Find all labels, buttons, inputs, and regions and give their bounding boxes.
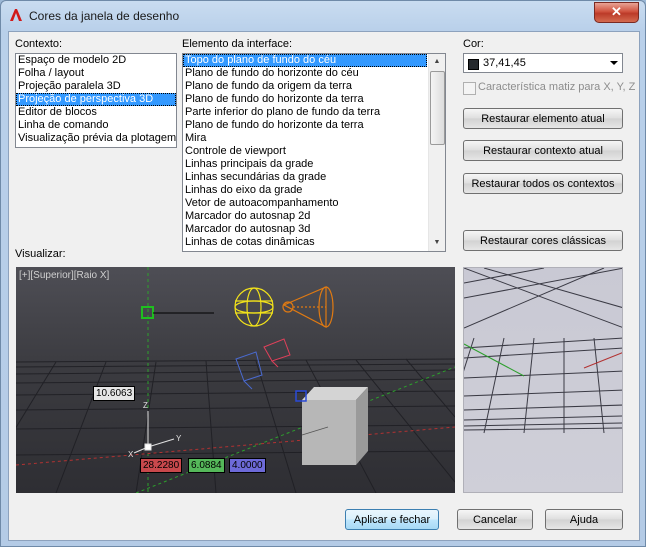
color-label: Cor: [463,38,484,50]
cancel-button[interactable]: Cancelar [457,509,533,530]
interface-element-label: Elemento da interface: [182,38,293,50]
dynamic-dimension-distance: 10.6063 [93,386,136,401]
title-bar[interactable]: Cores da janela de desenho ✕ [1,1,645,29]
dialog-window: Cores da janela de desenho ✕ Contexto: E… [0,0,646,547]
restore-all-button[interactable]: Restaurar todos os contextos [463,173,623,194]
tint-checkbox[interactable] [463,82,476,95]
dynamic-dimension-x: 28.2280 [140,458,183,473]
preview-viewport: Z Y X [+][Superior][Raio X] 10.6063 28.2… [16,267,455,493]
dynamic-dimension-z: 4.0000 [229,458,266,473]
axis-y-label: Y [176,434,182,443]
restore-element-button[interactable]: Restaurar elemento atual [463,108,623,129]
interface-element-list-item[interactable]: Topo do plano de fundo do céu [183,54,427,67]
autocad-logo-icon [10,9,22,21]
dialog-body: Contexto: Espaço de modelo 2D Folha / lay… [8,31,640,541]
interface-element-list-item[interactable]: Mira [183,132,427,145]
tint-checkbox-label: Característica matiz para X, Y, Z [478,81,636,93]
context-label: Contexto: [15,38,63,50]
interface-element-list-item[interactable]: Linhas do eixo da grade [183,184,427,197]
preview-label: Visualizar: [15,248,66,260]
scroll-up-arrow-icon[interactable]: ▲ [429,54,445,70]
context-list-item[interactable]: Editor de blocos [16,106,176,119]
context-list[interactable]: Espaço de modelo 2D Folha / layout Projeçã… [15,53,177,148]
axis-x-label: X [128,450,134,459]
context-list-item[interactable]: Projeção paralela 3D [16,80,176,93]
viewport-controls-label[interactable]: [+][Superior][Raio X] [19,270,109,281]
scroll-down-arrow-icon[interactable]: ▼ [429,235,445,251]
interface-element-list-item[interactable]: Plano de fundo do horizonte da terra [183,93,427,106]
close-button[interactable]: ✕ [594,2,639,23]
context-list-item[interactable]: Folha / layout [16,67,176,80]
preview-perspective-viewport [463,267,623,493]
interface-element-list-item[interactable]: Plano de fundo da origem da terra [183,80,427,93]
context-list-item[interactable]: Projeção de perspectiva 3D [16,93,176,106]
camera-icon [263,338,291,368]
interface-element-list-item[interactable]: Linhas principais da grade [183,158,427,171]
dynamic-dimension-y: 6.0884 [188,458,225,473]
scroll-thumb[interactable] [430,71,445,145]
color-combobox[interactable]: 37,41,45 [463,53,623,73]
interface-list-scrollbar[interactable]: ▲ ▼ [428,54,445,251]
restore-classic-button[interactable]: Restaurar cores clássicas [463,230,623,251]
interface-element-list-item[interactable]: Vetor de autoacompanhamento [183,197,427,210]
color-swatch [468,59,479,70]
context-list-item[interactable]: Espaço de modelo 2D [16,54,176,67]
interface-element-list-item[interactable]: Linhas de cotas dinâmicas [183,236,427,249]
interface-element-list-item[interactable]: Marcador do autosnap 2d [183,210,427,223]
context-list-item[interactable]: Visualização prévia da plotagem [16,132,176,145]
interface-element-list-item[interactable]: Parte inferior do plano de fundo da terr… [183,106,427,119]
window-title: Cores da janela de desenho [29,9,180,23]
interface-element-list-item[interactable]: Plano de fundo do horizonte da terra [183,119,427,132]
restore-context-button[interactable]: Restaurar contexto atual [463,140,623,161]
spotlight-icon [282,286,334,328]
axis-z-label: Z [143,401,148,410]
perspective-grid [464,268,622,434]
interface-element-list[interactable]: Topo do plano de fundo do céu Plano de fu… [182,53,446,252]
ucs-icon [133,411,175,454]
color-value: 37,41,45 [483,57,526,69]
cube-object [301,387,368,465]
context-list-item[interactable]: Linha de comando [16,119,176,132]
interface-element-list-item[interactable]: Controle de viewport [183,145,427,158]
interface-element-list-item[interactable]: Linhas secundárias da grade [183,171,427,184]
apply-close-button[interactable]: Aplicar e fechar [345,509,439,530]
interface-element-list-item[interactable]: Marcador do autosnap 3d [183,223,427,236]
chevron-down-icon[interactable] [610,61,618,65]
help-button[interactable]: Ajuda [545,509,623,530]
light-bulb-icon [234,287,274,327]
camera-blue-icon [235,351,263,390]
interface-element-list-item[interactable]: Plano de fundo do horizonte do céu [183,67,427,80]
